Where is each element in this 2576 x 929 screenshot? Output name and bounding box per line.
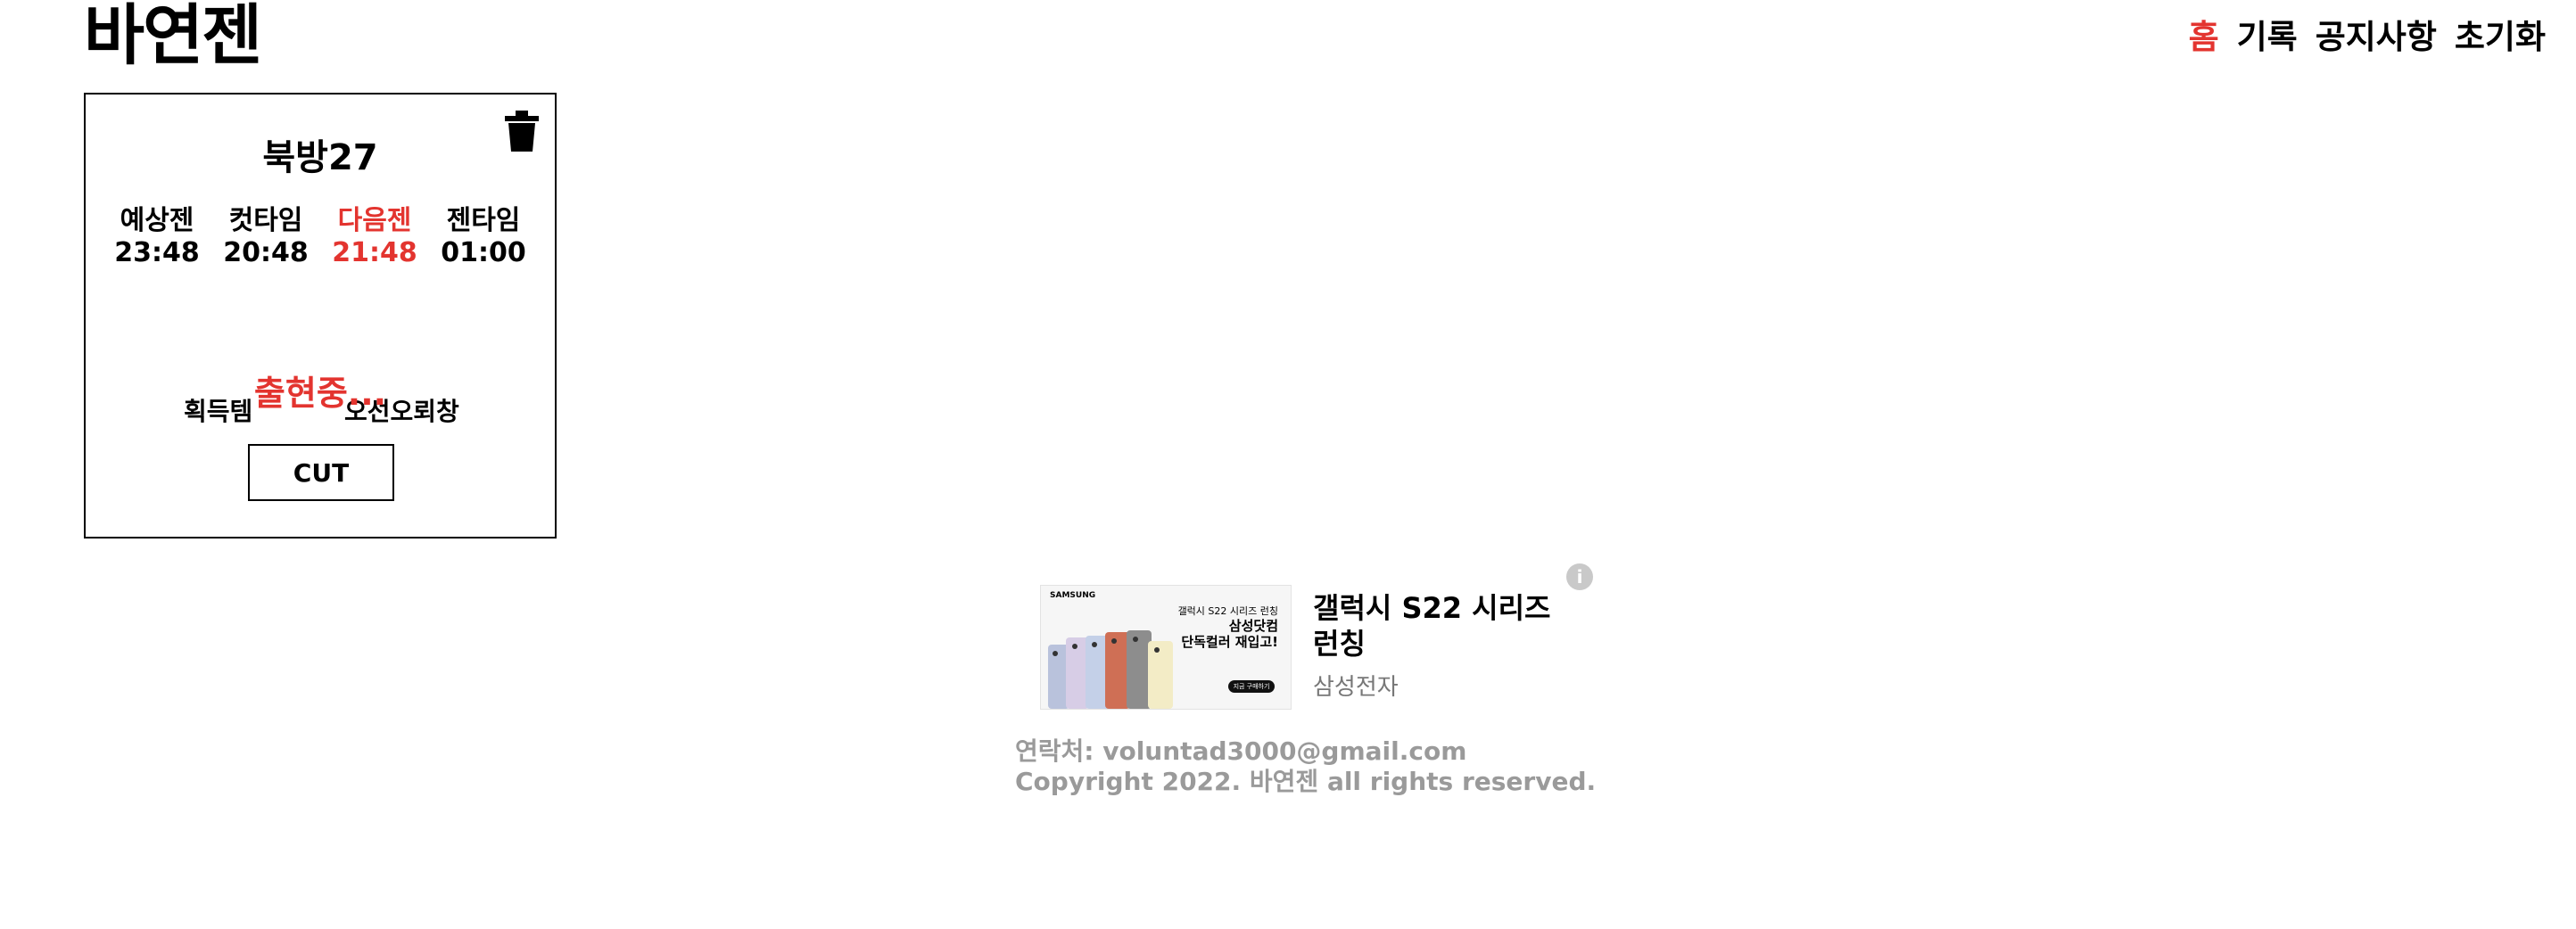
time-label: 예상젠 — [120, 205, 194, 236]
time-value: 21:48 — [332, 237, 417, 268]
info-icon[interactable]: i — [1566, 563, 1593, 590]
boss-timer-card: 북방27 예상젠 23:48 컷타임 20:48 다음젠 21:48 젠타임 0… — [84, 93, 557, 538]
time-label: 다음젠 — [337, 205, 412, 236]
time-value: 23:48 — [114, 237, 200, 268]
top-nav: 홈 기록 공지사항 초기화 — [2189, 12, 2546, 62]
nav-home[interactable]: 홈 — [2189, 12, 2219, 62]
cut-time: 컷타임 20:48 — [212, 205, 319, 269]
ad-image-line1: 갤럭시 S22 시리즈 런칭 — [1177, 605, 1278, 617]
time-value: 20:48 — [223, 237, 309, 268]
footer-copyright: Copyright 2022. 바연젠 all rights reserved. — [1015, 767, 1597, 796]
footer: 연락처: voluntad3000@gmail.com Copyright 20… — [1015, 736, 1596, 797]
ad-image[interactable]: SAMSUNG 갤럭시 S22 시리즈 런칭 삼성닷컴 단독컬러 재입고! 지금… — [1040, 585, 1292, 710]
nav-reset[interactable]: 초기화 — [2455, 12, 2546, 62]
next-spawn: 다음젠 21:48 — [321, 205, 428, 269]
time-label: 컷타임 — [228, 205, 303, 236]
cut-button[interactable]: CUT — [248, 444, 394, 501]
ad-banner[interactable]: i SAMSUNG 갤럭시 S22 시리즈 런칭 삼성닷컴 단독컬러 재입고! … — [1040, 563, 1593, 715]
ad-advertiser: 삼성전자 — [1313, 674, 1399, 701]
ad-title[interactable]: 갤럭시 S22 시리즈 런칭 — [1313, 590, 1563, 662]
phones-illustration — [1048, 630, 1173, 709]
boss-name: 북방27 — [262, 137, 378, 178]
ad-image-line2: 삼성닷컴 — [1228, 618, 1278, 634]
ad-image-line3: 단독컬러 재입고! — [1181, 634, 1278, 650]
ad-image-brand: SAMSUNG — [1050, 591, 1096, 600]
nav-records[interactable]: 기록 — [2237, 12, 2298, 62]
expected-spawn: 예상젠 23:48 — [103, 205, 211, 269]
ad-image-cta: 지금 구매하기 — [1228, 680, 1275, 693]
footer-contact: 연락처: voluntad3000@gmail.com — [1015, 736, 1467, 766]
app-logo[interactable]: 바연젠 — [84, 0, 262, 71]
nav-notices[interactable]: 공지사항 — [2316, 12, 2437, 62]
time-value: 01:00 — [441, 237, 526, 268]
ad-image-headline: 갤럭시 S22 시리즈 런칭 삼성닷컴 단독컬러 재입고! — [1178, 605, 1278, 650]
spawn-interval: 젠타임 01:00 — [430, 205, 537, 269]
time-grid: 예상젠 23:48 컷타임 20:48 다음젠 21:48 젠타임 01:00 — [103, 205, 537, 269]
spawn-status: 출현중... — [253, 374, 387, 413]
time-label: 젠타임 — [446, 205, 521, 236]
